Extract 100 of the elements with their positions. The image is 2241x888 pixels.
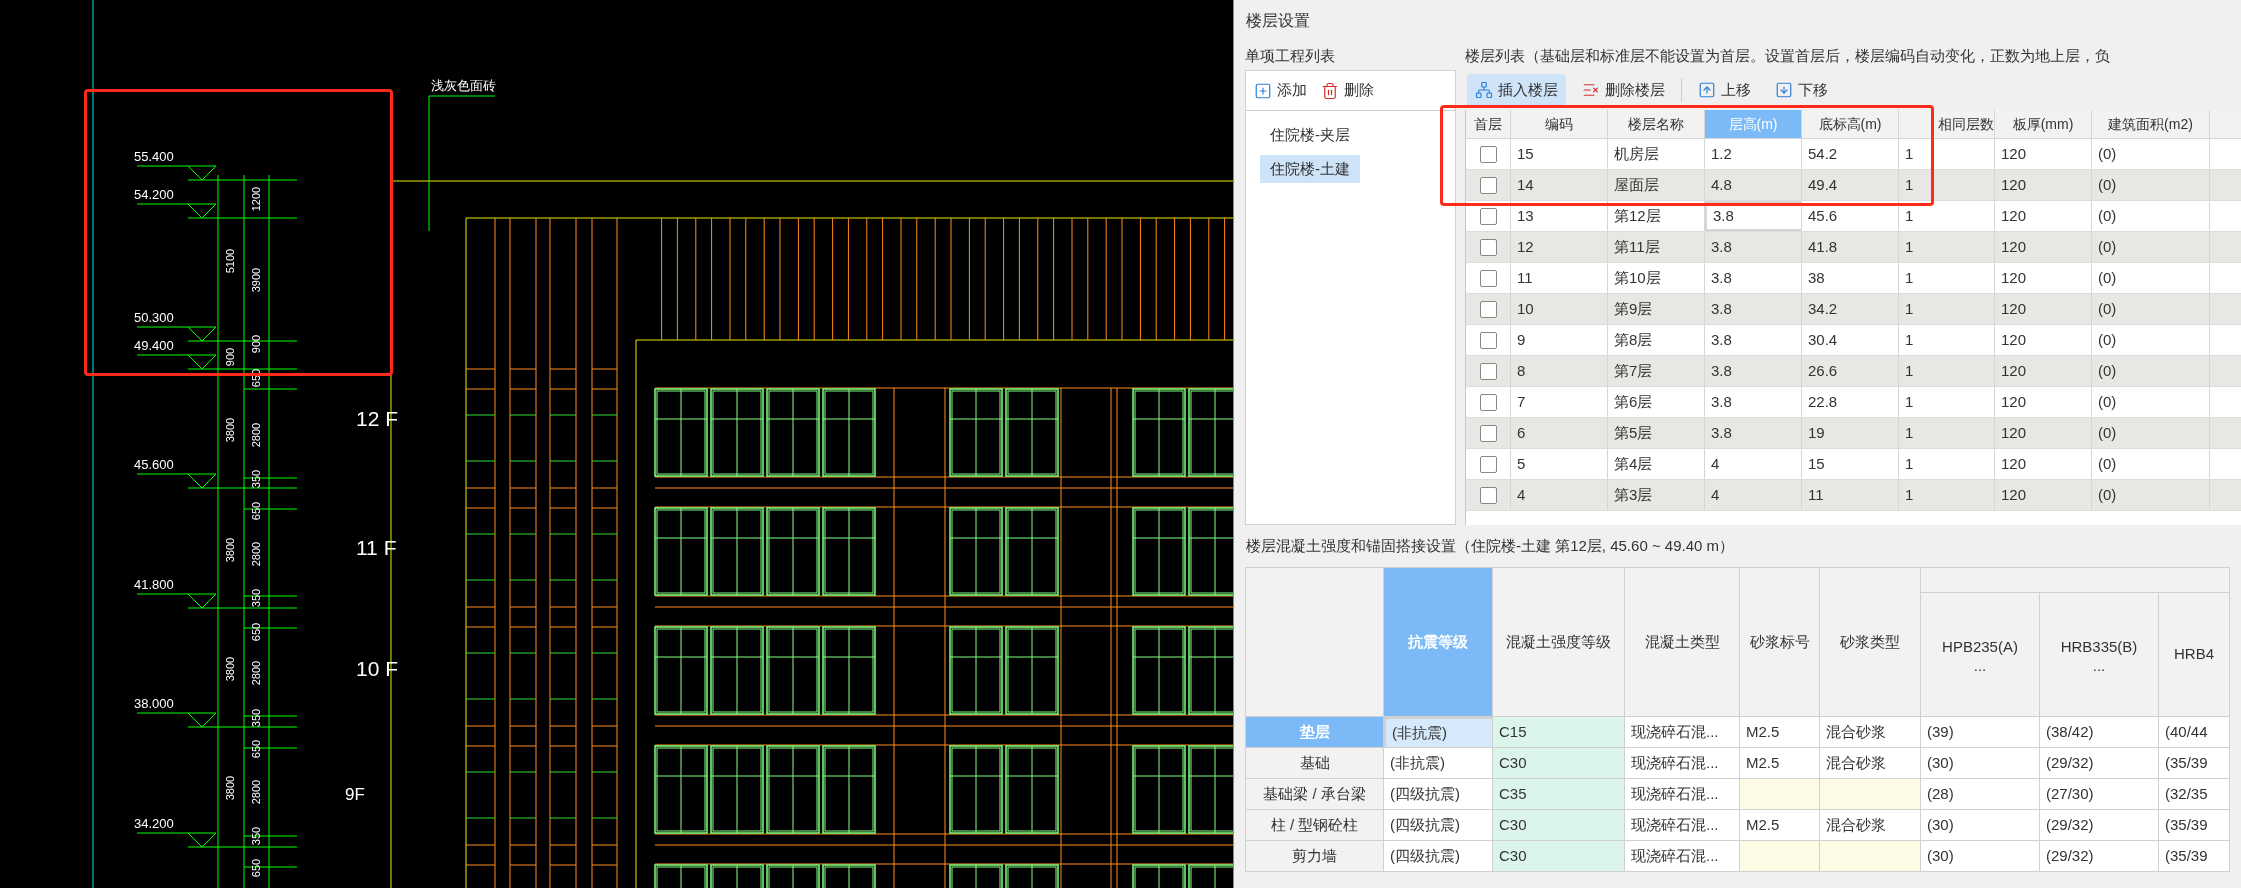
column-header[interactable]: 混凝土类型 xyxy=(1625,568,1740,717)
table-cell: (四级抗震) xyxy=(1384,841,1493,872)
row-header[interactable]: 剪力墙 xyxy=(1246,841,1384,872)
table-cell: 1 xyxy=(1899,418,1995,448)
table-cell: 4.8 xyxy=(1705,170,1802,200)
hierarchy-icon xyxy=(1475,81,1493,99)
table-cell: (40/44 xyxy=(2159,717,2230,748)
table-cell: 现浇碎石混... xyxy=(1625,779,1740,810)
checkbox[interactable] xyxy=(1479,424,1497,442)
table-row[interactable]: 6 第5层 3.8 19 1 120 (0) xyxy=(1466,418,2241,449)
column-header[interactable]: 混凝土强度等级 xyxy=(1493,568,1625,717)
table-row[interactable]: 11 第10层 3.8 38 1 120 (0) xyxy=(1466,263,2241,294)
column-header[interactable]: 编码 xyxy=(1511,110,1608,138)
section-label: 楼层列表（基础层和标准层不能设置为首层。设置首层后，楼层编码自动变化，正数为地上层，负 xyxy=(1465,45,2111,66)
toolbar-button[interactable]: 下移 xyxy=(1767,74,1836,106)
column-header[interactable]: HRB335(B) ... xyxy=(2040,593,2159,717)
checkbox[interactable] xyxy=(1479,331,1497,349)
row-header[interactable]: 柱 / 型钢砼柱 xyxy=(1246,810,1384,841)
table-row[interactable]: 13 第12层 3.8 45.6 1 120 (0) xyxy=(1466,201,2241,232)
table-cell: 第10层 xyxy=(1608,263,1705,293)
column-header[interactable]: 底标高(m) xyxy=(1802,110,1899,138)
table-cell: (32/35 xyxy=(2159,779,2230,810)
table-row[interactable]: 5 第4层 4 15 1 120 (0) xyxy=(1466,449,2241,480)
floor-label: 10 F xyxy=(356,657,399,680)
table-cell: 第11层 xyxy=(1608,232,1705,262)
plus-square-icon xyxy=(1254,81,1272,100)
table-cell: 30.4 xyxy=(1802,325,1899,355)
table-cell: 54.2 xyxy=(1802,139,1899,169)
checkbox[interactable] xyxy=(1479,145,1497,163)
dimension-label: 2800 xyxy=(249,779,262,805)
table-cell: 3.8 xyxy=(1705,418,1802,448)
table-cell: 45.6 xyxy=(1802,201,1899,231)
list-item[interactable]: 住院楼-土建 xyxy=(1260,155,1360,183)
column-header[interactable]: 砂浆标号 xyxy=(1740,568,1820,717)
table-cell: (29/32) xyxy=(2040,841,2159,872)
dimension-label: 2800 xyxy=(249,660,262,686)
table-cell: (0) xyxy=(2092,294,2210,324)
column-header[interactable]: 建筑面积(m2) xyxy=(2092,110,2210,138)
table-cell: 49.4 xyxy=(1802,170,1899,200)
table-cell: 120 xyxy=(1995,387,2092,417)
table-cell: 120 xyxy=(1995,170,2092,200)
column-header[interactable]: 板厚(mm) xyxy=(1995,110,2092,138)
table-row[interactable]: 7 第6层 3.8 22.8 1 120 (0) xyxy=(1466,387,2241,418)
toolbar-button[interactable]: 插入楼层 xyxy=(1467,74,1566,106)
column-header[interactable]: 首层 xyxy=(1466,110,1511,138)
table-row[interactable]: 10 第9层 3.8 34.2 1 120 (0) xyxy=(1466,294,2241,325)
column-header[interactable]: HRB4 xyxy=(2159,593,2230,717)
table-cell: 38 xyxy=(1802,263,1899,293)
table-cell: 混合砂浆 xyxy=(1820,717,1921,748)
table-row[interactable]: 4 第3层 4 11 1 120 (0) xyxy=(1466,480,2241,511)
toolbar-button[interactable]: 删除楼层 xyxy=(1574,74,1673,106)
toolbar-button[interactable]: 上移 xyxy=(1690,74,1759,106)
table-cell: 34.2 xyxy=(1802,294,1899,324)
dimension-label: 2800 xyxy=(249,422,262,448)
toolbar-button[interactable]: 删除 xyxy=(1321,79,1374,102)
table-row[interactable]: 15 机房层 1.2 54.2 1 120 (0) xyxy=(1466,139,2241,170)
column-label: HRB4 xyxy=(2174,644,2214,665)
checkbox[interactable] xyxy=(1479,486,1497,504)
table-row[interactable]: 12 第11层 3.8 41.8 1 120 (0) xyxy=(1466,232,2241,263)
table-cell: C35 xyxy=(1493,779,1625,810)
table-cell: 8 xyxy=(1511,356,1608,386)
column-header[interactable]: HPB235(A) ... xyxy=(1921,593,2040,717)
table-cell: 1 xyxy=(1899,139,1995,169)
checkbox[interactable] xyxy=(1479,176,1497,194)
table-cell: 22.8 xyxy=(1802,387,1899,417)
toolbar-button[interactable]: 添加 xyxy=(1254,79,1307,102)
table-row[interactable]: 8 第7层 3.8 26.6 1 120 (0) xyxy=(1466,356,2241,387)
checkbox[interactable] xyxy=(1479,269,1497,287)
table-cell: (0) xyxy=(2092,232,2210,262)
table-row[interactable]: 9 第8层 3.8 30.4 1 120 (0) xyxy=(1466,325,2241,356)
table-cell: 120 xyxy=(1995,232,2092,262)
table-cell: 6 xyxy=(1511,418,1608,448)
floor-label: 12 F xyxy=(356,407,399,430)
checkbox[interactable] xyxy=(1479,300,1497,318)
table-cell: (30) xyxy=(1921,748,2040,779)
checkbox[interactable] xyxy=(1479,455,1497,473)
row-header[interactable]: 基础 xyxy=(1246,748,1384,779)
table-cell: 1.2 xyxy=(1705,139,1802,169)
table-cell: (30) xyxy=(1921,810,2040,841)
more-indicator: ... xyxy=(2092,658,2106,673)
table-row[interactable]: 14 屋面层 4.8 49.4 1 120 (0) xyxy=(1466,170,2241,201)
table-cell: 3.8 xyxy=(1705,201,1802,231)
floor-label: 11 F xyxy=(356,536,397,559)
checkbox[interactable] xyxy=(1479,207,1497,225)
list-item[interactable]: 住院楼-夹层 xyxy=(1260,121,1360,149)
table-cell: M2.5 xyxy=(1740,810,1820,841)
checkbox[interactable] xyxy=(1479,393,1497,411)
dimension-label: 3900 xyxy=(249,267,262,293)
trash-icon xyxy=(1321,81,1339,100)
row-header[interactable]: 基础梁 / 承台梁 xyxy=(1246,779,1384,810)
table-cell: (0) xyxy=(2092,356,2210,386)
section-label: 楼层混凝土强度和锚固搭接设置（住院楼-土建 第12层, 45.60 ~ 49.40 m） xyxy=(1246,535,1734,556)
table-cell: 1 xyxy=(1899,294,1995,324)
column-header[interactable]: 相同层数 xyxy=(1899,110,1995,138)
table-cell: (30) xyxy=(1921,841,2040,872)
elevation-label: 41.800 xyxy=(134,577,174,592)
checkbox[interactable] xyxy=(1479,362,1497,380)
column-header[interactable]: 砂浆类型 xyxy=(1820,568,1921,717)
table-cell: 120 xyxy=(1995,139,2092,169)
checkbox[interactable] xyxy=(1479,238,1497,256)
